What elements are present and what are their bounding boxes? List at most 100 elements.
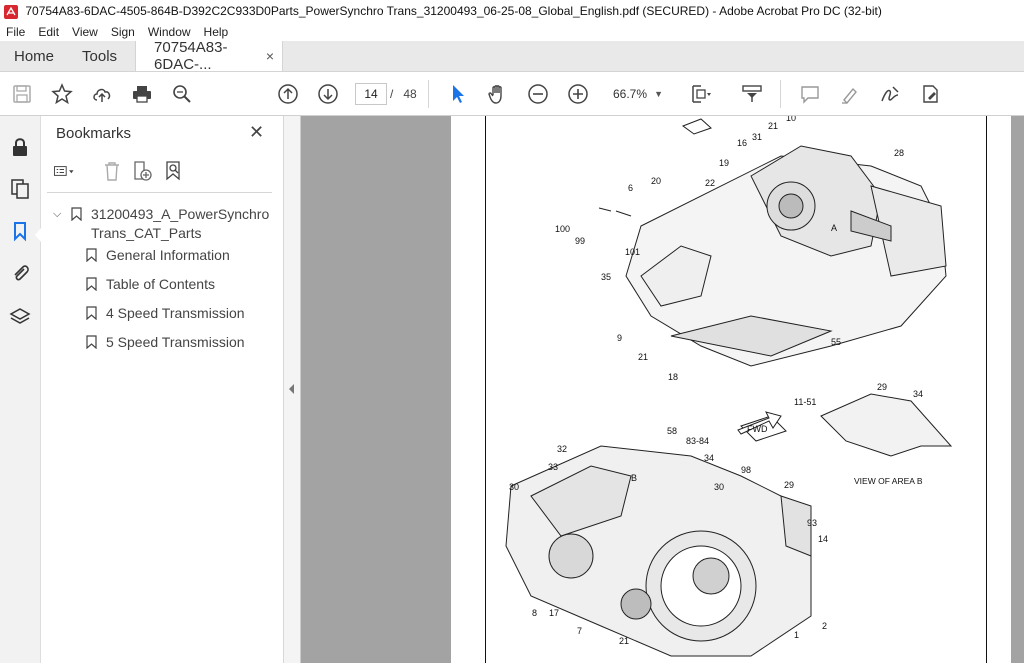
tab-close-button[interactable]: ×	[266, 48, 274, 64]
callout: 30	[509, 482, 519, 492]
bookmark-icon	[86, 248, 97, 262]
zoom-value: 66.7%	[613, 87, 648, 101]
current-page-input[interactable]: 14	[355, 83, 387, 105]
page-fit-icon[interactable]	[688, 82, 712, 106]
bookmark-icon	[71, 207, 82, 221]
zoom-out-icon[interactable]	[526, 82, 550, 106]
attachment-icon[interactable]	[9, 262, 31, 284]
panel-collapse-handle[interactable]	[284, 116, 301, 663]
callout: 10	[786, 116, 796, 123]
callout: 20	[651, 176, 661, 186]
callout: 21	[768, 121, 778, 131]
next-page-icon[interactable]	[316, 82, 340, 106]
select-cursor-icon[interactable]	[446, 82, 470, 106]
bookmark-table-of-contents[interactable]: Table of Contents	[86, 275, 276, 295]
chevron-down-icon[interactable]: ⌵	[53, 205, 61, 224]
window-title: 70754A83-6DAC-4505-864B-D392C2C933D0Part…	[25, 4, 882, 18]
callout: 18	[668, 372, 678, 382]
callout: 32	[557, 444, 567, 454]
callout: 93	[807, 518, 817, 528]
callout: 101	[625, 247, 640, 257]
tab-bar: Home Tools 70754A83-6DAC-... ×	[0, 39, 1024, 73]
new-bookmark-icon[interactable]	[131, 160, 153, 182]
bookmark-label: Table of Contents	[106, 276, 215, 292]
menu-view[interactable]: View	[72, 25, 98, 39]
pdf-page: 10 31 21 16 28 19 22 20 6 100 99 101 35 …	[451, 116, 1011, 663]
parts-diagram: 10 31 21 16 28 19 22 20 6 100 99 101 35 …	[505, 116, 953, 657]
transmission-illustration-bottom	[505, 393, 953, 657]
fwd-label: FWD	[747, 424, 768, 434]
callout: 9	[617, 333, 622, 343]
tab-tools[interactable]: Tools	[68, 41, 131, 71]
callout: 6	[628, 183, 633, 193]
callout: 100	[555, 224, 570, 234]
toolbar-divider	[780, 80, 781, 108]
menu-sign[interactable]: Sign	[111, 25, 135, 39]
callout: 8	[532, 608, 537, 618]
bookmarks-divider	[47, 192, 272, 193]
search-icon[interactable]	[170, 82, 194, 106]
tab-document-label: 70754A83-6DAC-...	[154, 39, 228, 73]
left-navigation-rail	[0, 116, 41, 663]
delete-bookmark-icon[interactable]	[101, 160, 123, 182]
area-label-a: A	[831, 223, 837, 233]
callout: 98	[741, 465, 751, 475]
bookmarks-toolbar	[53, 160, 273, 184]
fill-sign-icon[interactable]	[918, 82, 942, 106]
menu-window[interactable]: Window	[148, 25, 191, 39]
print-icon[interactable]	[130, 82, 154, 106]
hand-icon[interactable]	[486, 82, 510, 106]
lock-icon[interactable]	[9, 136, 31, 158]
pages-icon[interactable]	[9, 178, 31, 200]
page-count: / 48	[390, 87, 417, 101]
callout: 34	[913, 389, 923, 399]
bookmarks-panel-title: Bookmarks	[56, 125, 132, 142]
tab-home[interactable]: Home	[0, 41, 68, 71]
sign-icon[interactable]	[878, 82, 902, 106]
callout: 22	[705, 178, 715, 188]
window-title-bar: 70754A83-6DAC-4505-864B-D392C2C933D0Part…	[0, 0, 1024, 22]
acrobat-app-icon	[4, 4, 18, 19]
bookmark-label: General Information	[106, 247, 230, 263]
bookmark-options-icon[interactable]	[53, 160, 75, 182]
save-icon[interactable]	[10, 82, 34, 106]
scroll-mode-icon[interactable]	[740, 82, 764, 106]
bookmark-icon	[86, 277, 97, 291]
area-label-b: B	[631, 473, 637, 483]
callout: 29	[877, 382, 887, 392]
bookmark-label: 4 Speed Transmission	[106, 305, 245, 321]
layers-icon[interactable]	[9, 306, 31, 328]
close-icon[interactable]: ✕	[249, 122, 264, 143]
bookmark-star-icon[interactable]	[50, 82, 74, 106]
bookmarks-icon[interactable]	[9, 220, 31, 242]
upload-cloud-icon[interactable]	[90, 82, 114, 106]
highlight-icon[interactable]	[838, 82, 862, 106]
zoom-in-icon[interactable]	[566, 82, 590, 106]
bookmark-icon	[86, 306, 97, 320]
bookmark-label: 5 Speed Transmission	[106, 334, 245, 350]
menu-help[interactable]: Help	[204, 25, 229, 39]
page-separator: /	[390, 87, 394, 101]
prev-page-icon[interactable]	[276, 82, 300, 106]
bookmark-general-information[interactable]: General Information	[86, 246, 276, 266]
bookmark-root-label-line1: 31200493_A_PowerSynchro	[91, 206, 270, 222]
comment-icon[interactable]	[798, 82, 822, 106]
callout: 28	[894, 148, 904, 158]
find-bookmark-icon[interactable]	[163, 160, 185, 182]
bookmark-icon	[86, 335, 97, 349]
menu-edit[interactable]: Edit	[38, 25, 59, 39]
bookmark-root-label-line2: Trans_CAT_Parts	[91, 225, 202, 241]
callout: 35	[601, 272, 611, 282]
tab-document[interactable]: 70754A83-6DAC-... ×	[135, 39, 284, 73]
total-pages: 48	[403, 87, 417, 101]
callout: 1	[794, 630, 799, 640]
callout: 31	[752, 132, 762, 142]
zoom-select[interactable]: 66.7% ▼	[603, 83, 667, 105]
view-of-area-b-caption: VIEW OF AREA B	[854, 476, 923, 486]
callout: 16	[737, 138, 747, 148]
menu-file[interactable]: File	[6, 25, 25, 39]
document-viewport[interactable]: 10 31 21 16 28 19 22 20 6 100 99 101 35 …	[301, 116, 1024, 663]
bookmark-5-speed-transmission[interactable]: 5 Speed Transmission	[86, 333, 276, 353]
bookmark-4-speed-transmission[interactable]: 4 Speed Transmission	[86, 304, 276, 324]
callout: 30	[714, 482, 724, 492]
